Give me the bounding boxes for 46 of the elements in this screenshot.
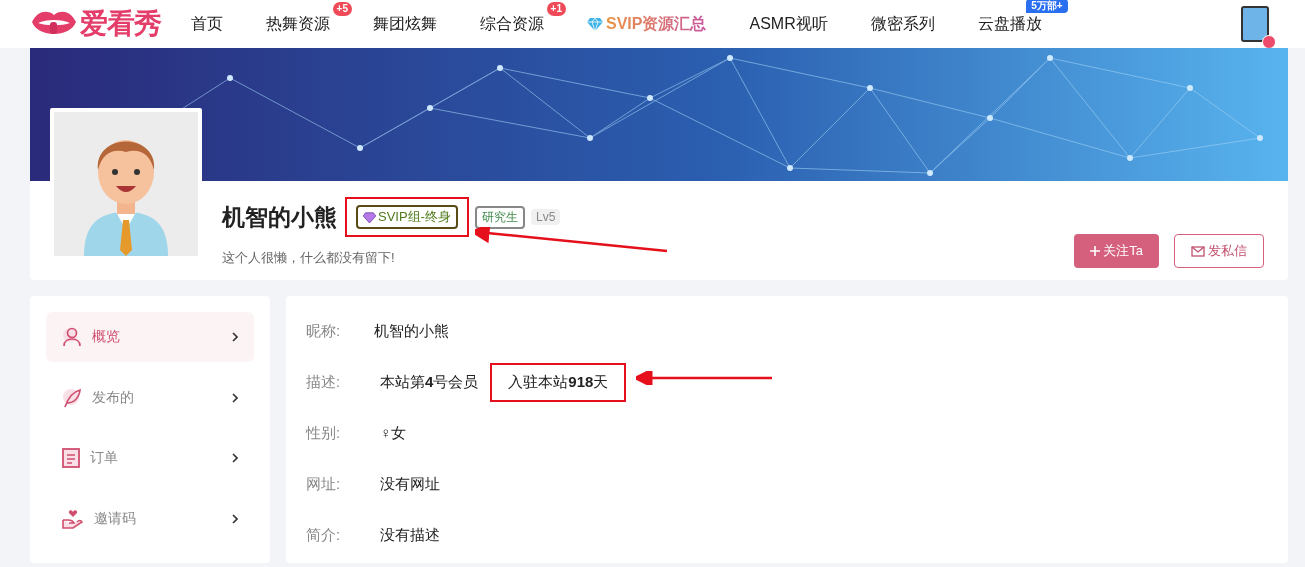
feather-icon — [62, 387, 82, 408]
sidebar-item[interactable]: 邀请码 — [46, 493, 254, 544]
field-value: ♀女 — [380, 424, 407, 443]
count-badge: +5 — [332, 1, 352, 16]
count-badge: +1 — [546, 1, 566, 16]
level-badge: Lv5 — [530, 209, 561, 225]
site-logo-text[interactable]: 爱看秀 — [80, 5, 161, 43]
nav-link[interactable]: 热舞资源 — [266, 13, 330, 35]
chevron-right-icon — [232, 392, 238, 403]
sidebar-item[interactable]: 订单 — [46, 433, 254, 483]
field-value: 入驻本站918天 — [508, 373, 609, 390]
diamond-icon — [587, 17, 603, 31]
nav-link[interactable]: ASMR视听 — [749, 13, 828, 35]
document-icon — [62, 448, 80, 468]
field-label: 网址: — [306, 475, 342, 494]
sidebar-item[interactable]: 概览 — [46, 312, 254, 362]
nav-link[interactable]: 舞团炫舞 — [373, 13, 437, 35]
plus-icon — [1090, 246, 1101, 256]
person-icon — [62, 327, 82, 347]
field-value: 没有网址 — [380, 475, 440, 494]
user-avatar[interactable] — [1241, 6, 1269, 42]
user-bio: 这个人很懒，什么都没有留下! — [222, 249, 396, 267]
diamond-icon — [363, 211, 376, 223]
chevron-right-icon — [232, 332, 238, 342]
message-button[interactable]: 发私信 — [1174, 234, 1264, 268]
nav-link[interactable]: 首页 — [191, 13, 223, 35]
nav-link[interactable]: 微密系列 — [870, 13, 935, 35]
field-value: 本站第4号会员 — [380, 373, 479, 392]
sidebar-item[interactable]: 发布的 — [46, 372, 254, 423]
field-label: 性别: — [306, 424, 342, 443]
nav-link[interactable]: 云盘播放 — [977, 13, 1042, 35]
follow-button[interactable]: 关注Ta — [1074, 234, 1159, 268]
nav-link[interactable]: 综合资源 — [480, 13, 544, 35]
chevron-right-icon — [232, 513, 238, 524]
envelope-icon — [1191, 245, 1205, 257]
role-badge: 研究生 — [474, 205, 525, 229]
vip-badge: SVIP组-终身 — [356, 205, 458, 229]
hand-heart-icon — [62, 508, 84, 529]
field-label: 昵称: — [306, 322, 342, 341]
count-badge: 5万部+ — [1026, 0, 1068, 13]
chevron-right-icon — [232, 453, 238, 463]
field-value: 机智的小熊 — [374, 322, 449, 341]
field-label: 描述: — [306, 373, 342, 392]
field-label: 简介: — [306, 526, 342, 545]
user-name: 机智的小熊 — [222, 202, 337, 232]
field-value: 没有描述 — [380, 526, 440, 545]
